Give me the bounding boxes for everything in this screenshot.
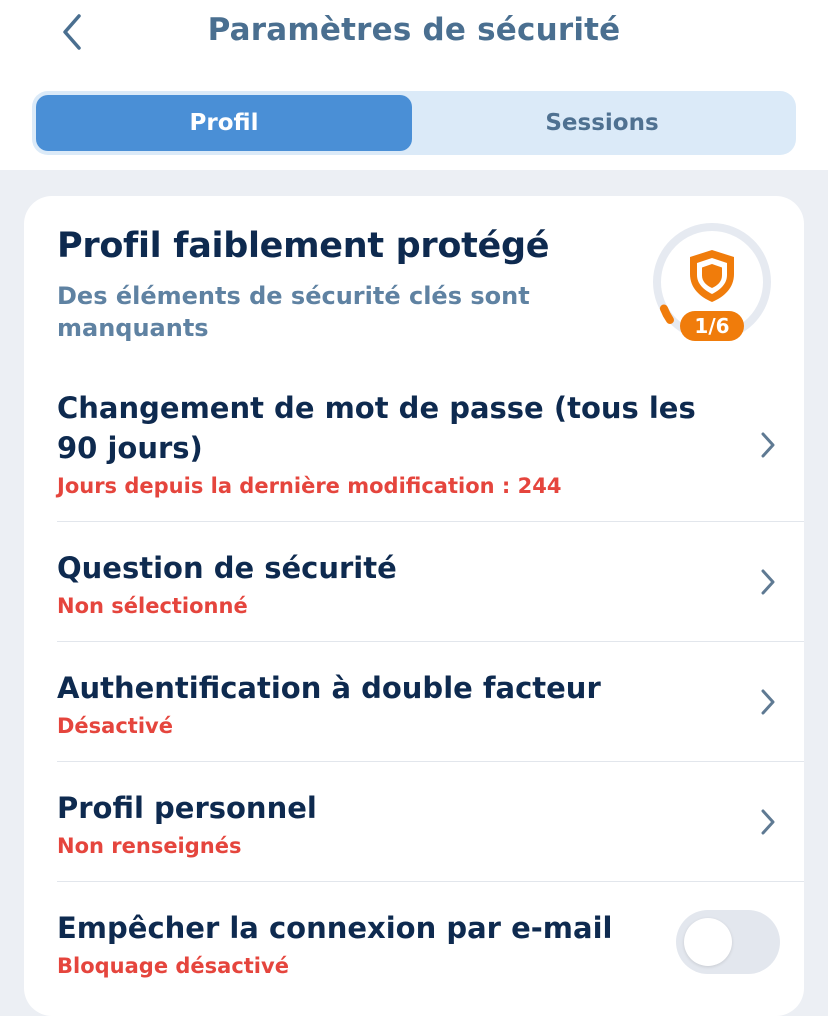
list-item-personal-profile[interactable]: Profil personnel Non renseignés <box>24 762 804 882</box>
top-bar: Paramètres de sécurité Profil Sessions <box>0 0 828 170</box>
protection-level-title: Profil faiblement protégé <box>57 226 550 266</box>
email-login-block-toggle[interactable] <box>676 910 780 974</box>
row-title: Empêcher la connexion par e-mail <box>57 911 613 945</box>
tab-profil[interactable]: Profil <box>36 95 412 151</box>
toggle-knob <box>684 918 732 966</box>
shield-icon <box>690 250 734 302</box>
segmented-control: Profil Sessions <box>32 91 796 155</box>
security-card: Profil faiblement protégé Des éléments d… <box>24 196 804 1016</box>
list-item-two-factor[interactable]: Authentification à double facteur Désact… <box>24 642 804 762</box>
row-title: Authentification à double facteur <box>57 671 601 705</box>
chevron-right-icon <box>756 430 780 460</box>
chevron-right-icon <box>756 687 780 717</box>
page-title: Paramètres de sécurité <box>207 12 621 48</box>
row-title: Changement de mot de passe (tous les 90 … <box>57 391 696 465</box>
list-item-block-email-login: Empêcher la connexion par e-mail Bloquag… <box>24 882 804 1002</box>
row-status: Désactivé <box>57 714 173 738</box>
row-status: Non renseignés <box>57 834 242 858</box>
list-item-password-change[interactable]: Changement de mot de passe (tous les 90 … <box>24 378 804 522</box>
security-score-badge: 1/6 <box>680 311 744 341</box>
chevron-right-icon <box>756 807 780 837</box>
tab-sessions[interactable]: Sessions <box>414 95 790 151</box>
row-status: Non sélectionné <box>57 594 248 618</box>
row-status: Jours depuis la dernière modification : … <box>57 474 562 498</box>
row-title: Profil personnel <box>57 791 317 825</box>
list-item-security-question[interactable]: Question de sécurité Non sélectionné <box>24 522 804 642</box>
row-title: Question de sécurité <box>57 551 397 585</box>
chevron-right-icon <box>756 567 780 597</box>
protection-level-subtitle: Des éléments de sécurité clés sont manqu… <box>57 282 530 342</box>
row-status: Bloquage désactivé <box>57 954 289 978</box>
